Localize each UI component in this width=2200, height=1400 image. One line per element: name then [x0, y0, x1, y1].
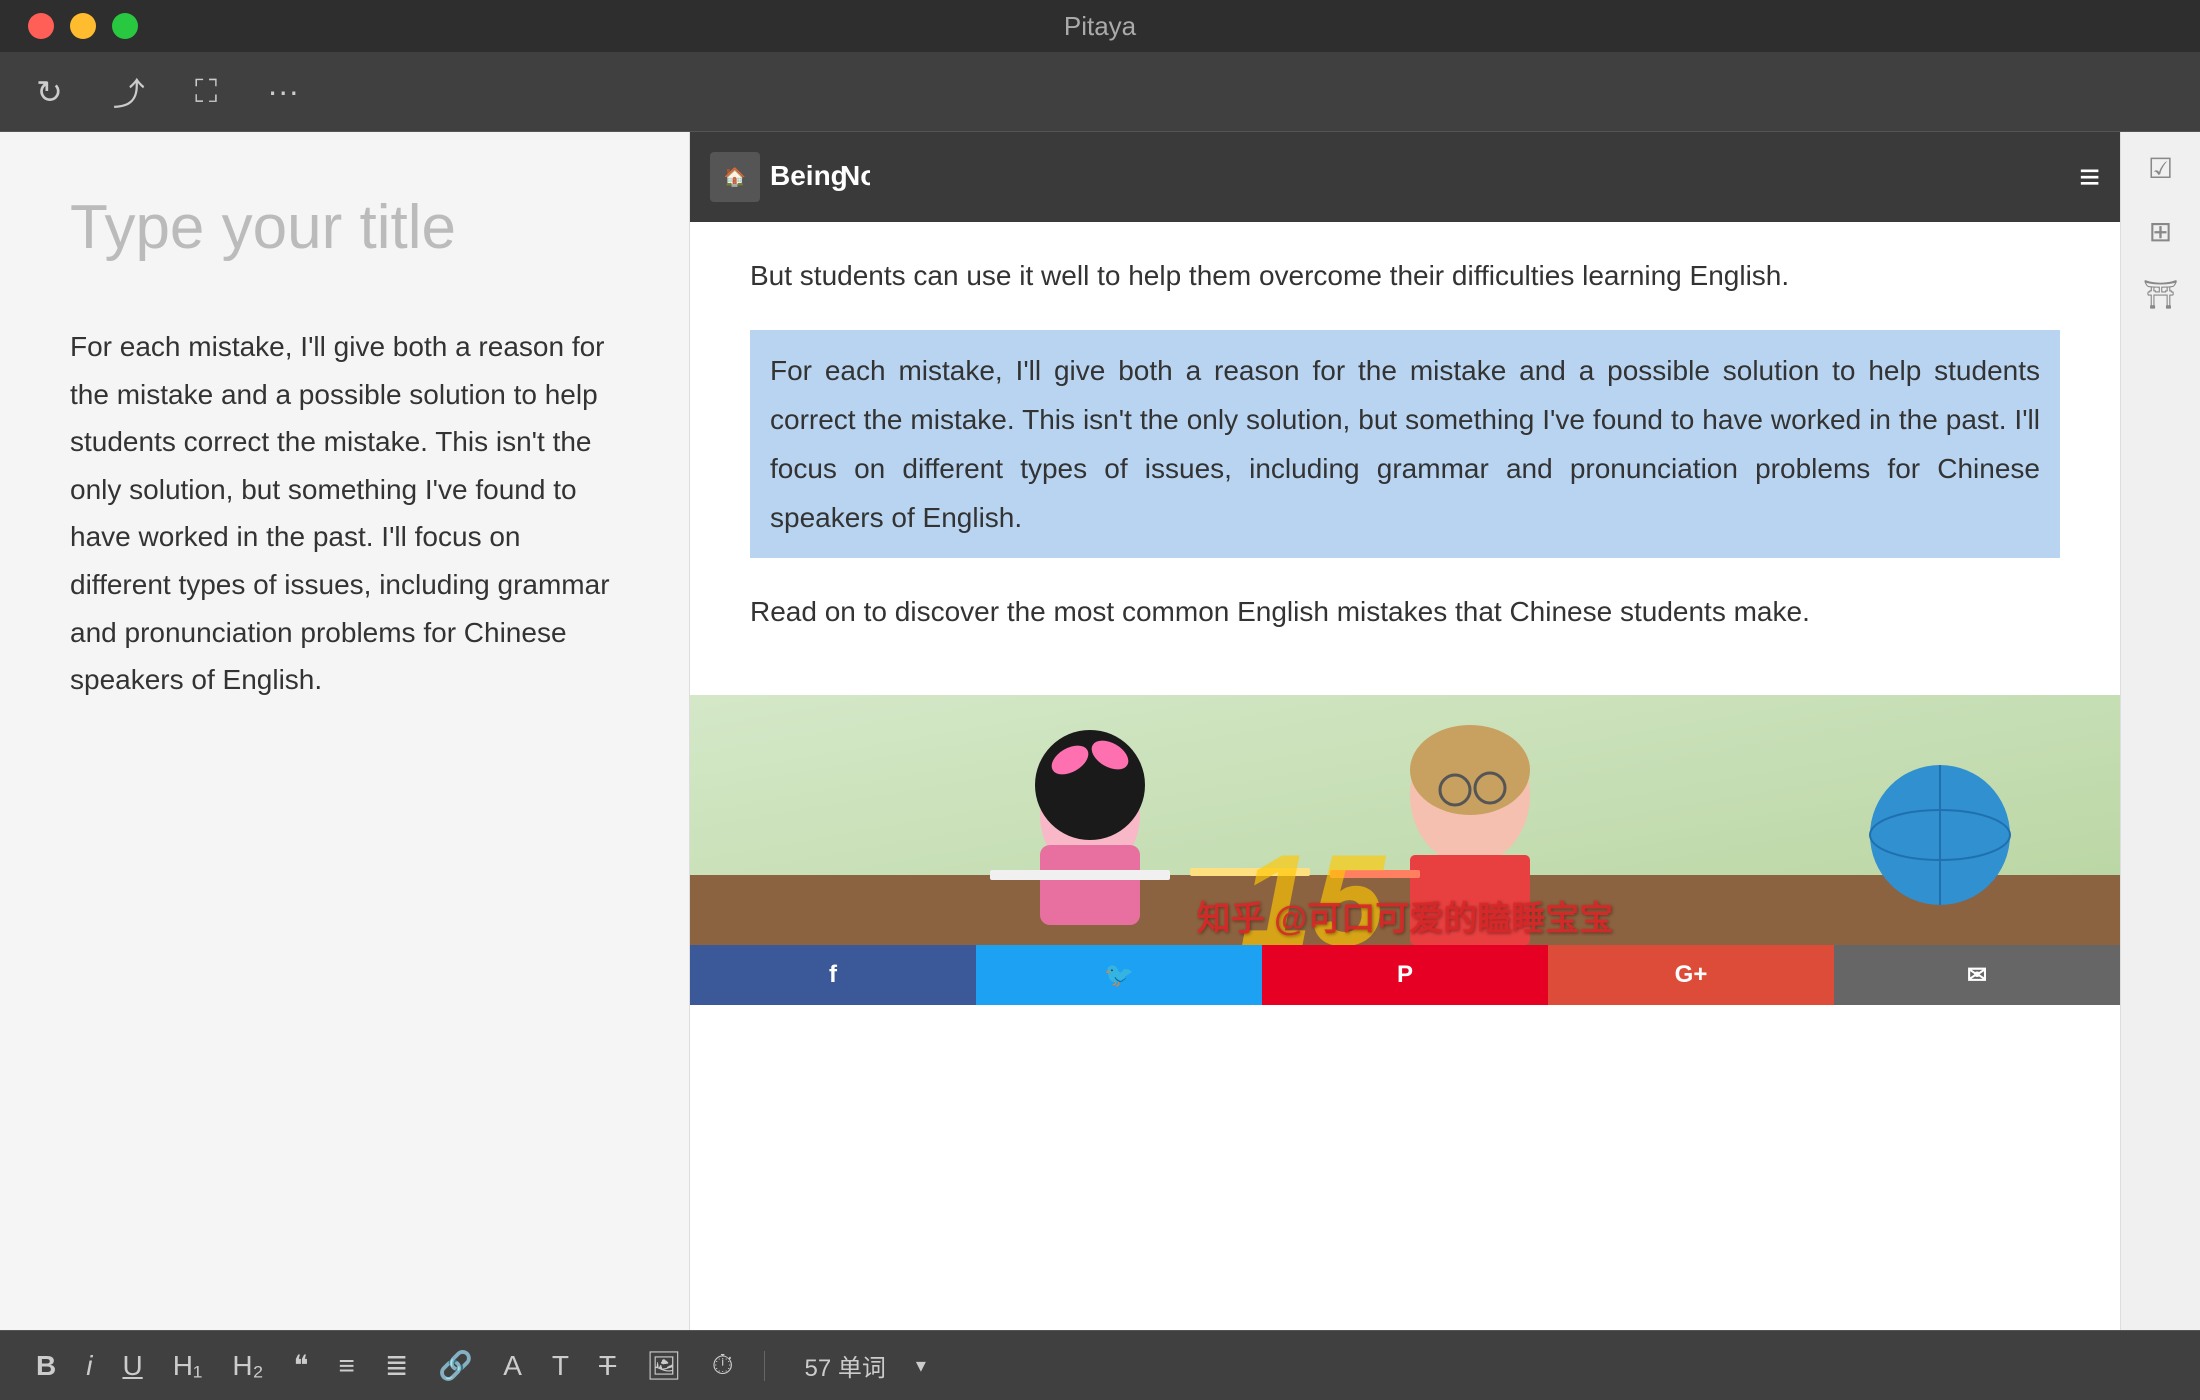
pinterest-icon: P — [1397, 961, 1413, 989]
font-icon[interactable]: T — [552, 1350, 569, 1382]
link-icon[interactable]: 🔗 — [438, 1349, 473, 1382]
more-icon[interactable]: ··· — [267, 73, 299, 110]
unordered-list-icon[interactable]: ≣ — [385, 1349, 408, 1382]
bold-icon[interactable]: B — [36, 1350, 56, 1382]
maximize-button[interactable] — [112, 13, 138, 39]
website-logo: 🏠 Being Nomad — [710, 147, 870, 207]
title-bar: Pitaya — [0, 0, 2200, 52]
watermark-text: 知乎 @可口可爱的瞌睡宝宝 — [1197, 900, 1614, 938]
minimize-button[interactable] — [70, 13, 96, 39]
share-icon[interactable]: ⤴ — [113, 69, 145, 115]
main-toolbar: ↻ ⤴ ⛶ ··· — [0, 52, 2200, 132]
logo-svg: 🏠 Being Nomad — [710, 147, 870, 207]
googleplus-share-button[interactable]: G+ — [1548, 945, 1834, 1005]
web-readon-text: Read on to discover the most common Engl… — [750, 588, 2060, 636]
hamburger-menu-icon[interactable]: ≡ — [2079, 156, 2100, 198]
svg-text:Being: Being — [770, 160, 848, 191]
h2-icon[interactable]: H₂ — [232, 1350, 263, 1382]
article-image: 15 知乎 @可口可爱的瞌睡宝宝 f 🐦 P G+ — [690, 695, 2120, 1005]
main-layout: Type your title For each mistake, I'll g… — [0, 132, 2200, 1330]
watermark: 知乎 @可口可爱的瞌睡宝宝 — [690, 891, 2120, 940]
checkbox-icon[interactable]: ☑ — [2148, 152, 2173, 185]
editor-panel[interactable]: Type your title For each mistake, I'll g… — [0, 132, 690, 1330]
twitter-icon: 🐦 — [1104, 961, 1134, 990]
editor-body[interactable]: For each mistake, I'll give both a reaso… — [70, 323, 619, 704]
image-icon[interactable]: 🖼 — [646, 1349, 682, 1382]
web-intro-text: But students can use it well to help the… — [750, 252, 2060, 300]
bottom-toolbar: B i U H₁ H₂ ❝ ≡ ≣ 🔗 A T T 🖼 ⏱ 57 单词 ▾ — [0, 1330, 2200, 1400]
svg-text:🏠: 🏠 — [724, 167, 746, 187]
traffic-lights — [28, 13, 138, 39]
underline-icon[interactable]: U — [122, 1350, 142, 1382]
web-content: But students can use it well to help the… — [690, 222, 2120, 695]
refresh-icon[interactable]: ↻ — [36, 73, 63, 111]
close-button[interactable] — [28, 13, 54, 39]
web-panel: 🏠 Being Nomad ≡ But students can use it … — [690, 132, 2120, 1330]
italic-icon[interactable]: i — [86, 1350, 92, 1382]
toolbar-divider — [764, 1351, 765, 1381]
word-count-label: 57 单词 — [805, 1348, 886, 1383]
svg-text:Nomad: Nomad — [840, 160, 870, 191]
strikethrough-icon[interactable]: T — [599, 1350, 616, 1382]
pinterest-share-button[interactable]: P — [1262, 945, 1548, 1005]
facebook-share-button[interactable]: f — [690, 945, 976, 1005]
email-share-button[interactable]: ✉ — [1834, 945, 2120, 1005]
intro-text-partial: But students can use it well to help the… — [750, 260, 1789, 291]
h1-icon[interactable]: H₁ — [173, 1350, 203, 1382]
email-icon: ✉ — [1967, 961, 1987, 990]
web-header: 🏠 Being Nomad ≡ — [690, 132, 2120, 222]
code-icon[interactable]: ⊞ — [2149, 215, 2172, 248]
fullscreen-icon[interactable]: ⛶ — [195, 73, 217, 111]
app-title: Pitaya — [1064, 11, 1136, 42]
quote-icon[interactable]: ❝ — [293, 1349, 308, 1382]
twitter-share-button[interactable]: 🐦 — [976, 945, 1262, 1005]
right-sidebar: ☑ ⊞ ⛩ — [2120, 132, 2200, 1330]
ordered-list-icon[interactable]: ≡ — [339, 1350, 355, 1382]
word-count-dropdown-icon[interactable]: ▾ — [916, 1353, 926, 1378]
clock-icon[interactable]: ⏱ — [712, 1349, 734, 1382]
social-share-bar: f 🐦 P G+ ✉ — [690, 945, 2120, 1005]
text-color-icon[interactable]: A — [503, 1350, 522, 1382]
translate-icon[interactable]: ⛩ — [2143, 278, 2179, 311]
web-highlighted-paragraph: For each mistake, I'll give both a reaso… — [750, 330, 2060, 558]
googleplus-icon: G+ — [1675, 961, 1708, 989]
editor-title-placeholder[interactable]: Type your title — [70, 192, 619, 263]
facebook-icon: f — [829, 961, 837, 989]
